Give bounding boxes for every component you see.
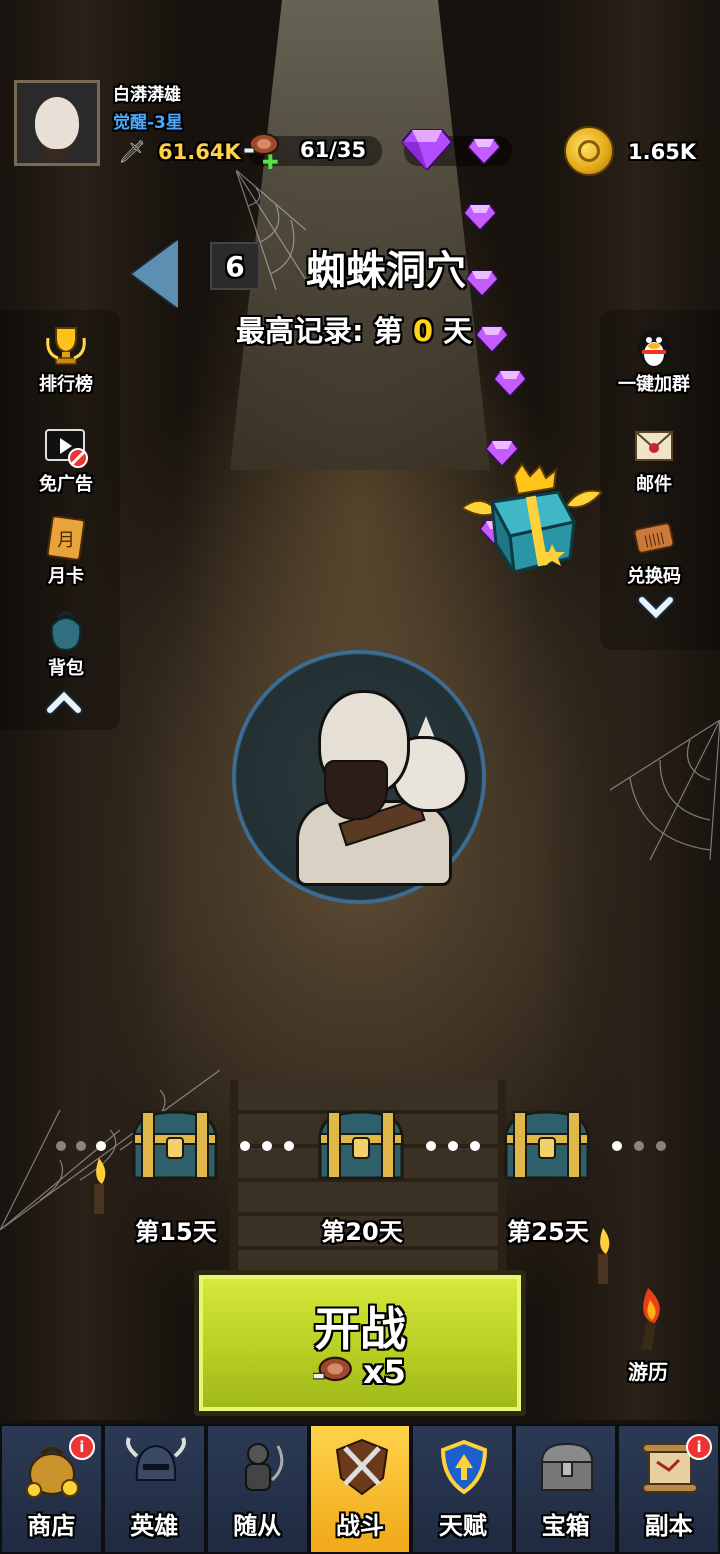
join-group-label: 一键加群 xyxy=(618,374,690,395)
progress-dot xyxy=(262,1141,272,1151)
no-ads-icon xyxy=(45,429,88,468)
gem-icon xyxy=(402,129,452,170)
progress-dot xyxy=(656,1141,666,1151)
flying-gem-icon xyxy=(464,204,496,230)
tab-label: 英雄 xyxy=(130,1512,179,1540)
monthly-card-label: 月卡 xyxy=(48,566,84,587)
progress-dot xyxy=(56,1141,66,1151)
leaderboard-button[interactable]: 排行榜 xyxy=(18,320,114,404)
milestone-label: 第15天 xyxy=(135,1218,217,1246)
energy-value: 61/35 xyxy=(300,138,367,162)
torch-icon xyxy=(94,1158,106,1214)
progress-dot xyxy=(634,1141,644,1151)
battle-swords-icon xyxy=(335,1438,388,1496)
talent-shield-icon xyxy=(441,1439,488,1495)
qq-penguin-icon xyxy=(638,329,670,367)
avatar-face xyxy=(35,97,79,149)
stage-name: 蜘蛛洞穴 xyxy=(306,248,466,294)
battle-cost: x5 xyxy=(363,1353,406,1391)
backpack-button[interactable]: 背包 xyxy=(18,604,114,688)
treasure-chest-icon xyxy=(132,1110,218,1180)
tab-hero[interactable]: 英雄 xyxy=(102,1424,206,1554)
record-day: 0 xyxy=(412,314,433,348)
progress-dot xyxy=(426,1141,436,1151)
treasure-chest-icon xyxy=(318,1110,404,1180)
travel-label: 游历 xyxy=(628,1360,668,1384)
collapse-up-chevron-icon[interactable] xyxy=(44,682,84,722)
flying-gem-icon xyxy=(494,370,526,396)
travel-button[interactable]: 游历 xyxy=(608,1286,688,1386)
tab-label: 副本 xyxy=(644,1512,693,1540)
join-group-button[interactable]: 一键加群 xyxy=(606,320,702,404)
tab-talent[interactable]: 天赋 xyxy=(411,1424,515,1554)
progress-dot xyxy=(612,1141,622,1151)
tab-battle[interactable]: 战斗 xyxy=(308,1424,412,1554)
redeem-code-label: 兑换码 xyxy=(627,566,681,587)
expand-down-chevron-icon[interactable] xyxy=(636,588,676,628)
game-screen: 白漭漭雄 觉醒-3星 🗡 61.64K ✚ 61/35 1.65K 6 蜘蛛洞穴… xyxy=(0,0,720,1554)
tab-label: 商店 xyxy=(27,1512,76,1540)
hero-helmet-icon xyxy=(125,1437,186,1481)
follower-knight-icon xyxy=(244,1443,284,1491)
backpack-icon xyxy=(50,611,82,652)
best-record: 最高记录: 第 0 天 xyxy=(236,308,472,350)
notification-badge: i xyxy=(686,1434,713,1460)
flying-gem-icon xyxy=(468,138,500,164)
progress-dot xyxy=(448,1141,458,1151)
prev-stage-arrow[interactable] xyxy=(132,240,178,308)
tab-label: 天赋 xyxy=(438,1512,487,1540)
flying-gem-icon xyxy=(466,270,498,296)
notification-badge: i xyxy=(68,1434,95,1460)
progress-dot xyxy=(76,1141,86,1151)
travel-torch-icon xyxy=(641,1288,660,1351)
treasure-chest-icon xyxy=(504,1110,590,1180)
start-battle-button[interactable]: 开战 x5 xyxy=(194,1270,526,1416)
player-avatar[interactable] xyxy=(14,80,100,166)
spider-web-icon xyxy=(610,719,720,860)
player-name: 白漭漭雄 xyxy=(113,85,181,105)
tab-label: 随从 xyxy=(233,1512,282,1540)
player-rank: 觉醒-3星 xyxy=(113,113,183,133)
battle-label: 开战 xyxy=(314,1302,406,1356)
milestone-label: 第20天 xyxy=(321,1218,403,1246)
bottom-nav: i 商店 英雄 随从 战斗 天赋 宝箱 i 副本 xyxy=(0,1424,720,1554)
redeem-ticket-icon: ||||| xyxy=(633,522,675,554)
treasure-chest-icon xyxy=(541,1442,594,1491)
remove-ads-label: 免广告 xyxy=(39,474,93,495)
tab-chest[interactable]: 宝箱 xyxy=(514,1424,618,1554)
progress-dot xyxy=(240,1141,250,1151)
meat-icon xyxy=(313,1356,352,1382)
remove-ads-button[interactable]: 免广告 xyxy=(18,420,114,504)
add-energy-icon[interactable]: ✚ xyxy=(262,150,279,174)
gift-box-icon[interactable] xyxy=(462,462,602,572)
tab-dungeon[interactable]: i 副本 xyxy=(617,1424,720,1554)
torch-icon xyxy=(598,1228,610,1284)
tab-follower[interactable]: 随从 xyxy=(205,1424,309,1554)
flying-gem-icon xyxy=(476,326,508,352)
tab-label: 宝箱 xyxy=(541,1512,590,1540)
mail-icon xyxy=(635,431,673,461)
tab-label: 战斗 xyxy=(336,1512,384,1540)
power-value: 61.64K xyxy=(158,140,241,164)
progress-dot xyxy=(470,1141,480,1151)
gold-value: 1.65K xyxy=(628,140,697,164)
mail-button[interactable]: 邮件 xyxy=(606,420,702,504)
trophy-icon xyxy=(46,327,86,365)
hero-beard xyxy=(324,760,388,820)
mail-label: 邮件 xyxy=(636,474,672,495)
svg-text:月: 月 xyxy=(57,530,75,551)
gold-coin-icon xyxy=(564,126,614,176)
progress-dot xyxy=(96,1141,106,1151)
backpack-label: 背包 xyxy=(48,658,84,679)
record-suffix: 天 xyxy=(443,314,473,348)
month-card-icon: 月 xyxy=(46,516,86,560)
tab-shop[interactable]: i 商店 xyxy=(0,1424,103,1554)
sword-icon: 🗡 xyxy=(118,140,146,165)
monthly-card-button[interactable]: 月 月卡 xyxy=(18,512,114,596)
stage-number: 6 xyxy=(210,242,260,290)
progress-dot xyxy=(284,1141,294,1151)
redeem-code-button[interactable]: ||||| 兑换码 xyxy=(606,512,702,596)
leaderboard-label: 排行榜 xyxy=(39,374,93,395)
record-prefix: 最高记录: 第 xyxy=(236,314,403,348)
